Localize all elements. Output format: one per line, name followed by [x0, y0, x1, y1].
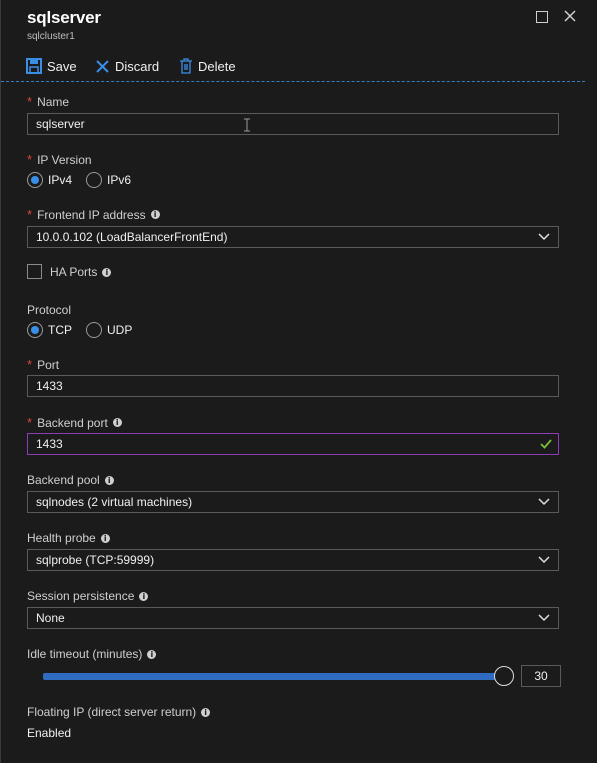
checkmark-icon: [540, 439, 552, 449]
session-persistence-label: Session persistence i: [27, 589, 149, 603]
port-value: 1433: [36, 379, 63, 393]
protocol-label: Protocol: [27, 303, 71, 317]
close-button[interactable]: [562, 8, 580, 26]
maximize-button[interactable]: [533, 8, 551, 26]
frontend-ip-dropdown[interactable]: 10.0.0.102 (LoadBalancerFrontEnd): [27, 226, 559, 248]
port-label-text: Port: [37, 357, 60, 372]
udp-option[interactable]: UDP: [86, 322, 132, 338]
command-bar: Save Discard Delete: [1, 51, 585, 82]
session-persistence-value: None: [36, 611, 65, 625]
close-icon: [564, 10, 576, 22]
chevron-down-icon: [538, 233, 550, 241]
blade-title: sqlserver: [27, 8, 101, 27]
protocol-label-text: Protocol: [27, 303, 72, 317]
ipv4-radio[interactable]: [27, 172, 43, 188]
chevron-down-icon: [538, 556, 550, 564]
required-asterisk: *: [27, 207, 33, 222]
maximize-icon: [536, 11, 548, 23]
idle-timeout-value-input[interactable]: 30: [521, 665, 561, 687]
delete-label: Delete: [198, 58, 236, 74]
chevron-down-icon: [538, 498, 550, 506]
floating-ip-label: Floating IP (direct server return) i: [27, 705, 211, 719]
required-asterisk: *: [27, 94, 33, 109]
frontend-ip-value: 10.0.0.102 (LoadBalancerFrontEnd): [36, 230, 228, 244]
blade-subtitle: sqlcluster1: [27, 31, 75, 42]
idle-timeout-label-text: Idle timeout (minutes): [27, 647, 143, 661]
floating-ip-label-text: Floating IP (direct server return): [27, 705, 197, 719]
ip-version-label-text: IP Version: [37, 152, 92, 167]
chevron-down-icon: [538, 614, 550, 622]
backend-port-label-text: Backend port: [37, 415, 108, 430]
info-icon[interactable]: i: [201, 707, 211, 717]
text-cursor-icon: [244, 118, 250, 132]
info-icon[interactable]: i: [150, 210, 160, 219]
health-probe-value: sqlprobe (TCP:59999): [36, 553, 155, 567]
rule-blade: sqlserver sqlcluster1 Save Discard Delet…: [0, 0, 597, 763]
frontend-ip-label: * Frontend IP address i: [27, 207, 160, 222]
tcp-option[interactable]: TCP: [27, 322, 72, 338]
health-probe-dropdown[interactable]: sqlprobe (TCP:59999): [27, 549, 559, 571]
session-persistence-dropdown[interactable]: None: [27, 607, 559, 629]
health-probe-label: Health probe i: [27, 531, 110, 545]
ipv4-option[interactable]: IPv4: [27, 172, 72, 188]
idle-timeout-slider-track[interactable]: [43, 673, 505, 680]
name-value: sqlserver: [36, 117, 85, 131]
required-asterisk: *: [27, 357, 33, 372]
idle-timeout-slider-thumb[interactable]: [494, 666, 514, 686]
session-persistence-label-text: Session persistence: [27, 589, 135, 603]
udp-radio[interactable]: [86, 322, 102, 338]
frontend-ip-label-text: Frontend IP address: [37, 207, 146, 222]
tcp-radio[interactable]: [27, 322, 43, 338]
name-input[interactable]: sqlserver: [27, 113, 559, 135]
tcp-label: TCP: [48, 323, 72, 337]
discard-icon: [96, 59, 109, 73]
discard-button[interactable]: Discard: [95, 55, 159, 77]
required-asterisk: *: [27, 152, 33, 167]
floating-ip-value: Enabled: [27, 726, 72, 740]
save-icon: [26, 58, 42, 74]
discard-label: Discard: [115, 58, 160, 74]
backend-pool-label-text: Backend pool: [27, 473, 100, 487]
ha-ports-checkbox[interactable]: [27, 264, 42, 279]
port-label: * Port: [27, 357, 59, 372]
idle-timeout-label: Idle timeout (minutes) i: [27, 647, 157, 661]
save-label: Save: [47, 58, 77, 74]
ha-ports-label-text: HA Ports: [50, 265, 98, 279]
delete-button[interactable]: Delete: [179, 55, 236, 77]
protocol-radio-group: TCP UDP: [27, 322, 146, 338]
info-icon[interactable]: i: [147, 649, 157, 659]
health-probe-label-text: Health probe: [27, 531, 96, 545]
name-label: * Name: [27, 94, 69, 109]
port-input[interactable]: 1433: [27, 375, 559, 397]
udp-label: UDP: [107, 323, 133, 337]
ip-version-label: * IP Version: [27, 152, 92, 167]
name-label-text: Name: [37, 94, 70, 109]
backend-pool-value: sqlnodes (2 virtual machines): [36, 495, 193, 509]
ipv6-option[interactable]: IPv6: [86, 172, 131, 188]
backend-pool-dropdown[interactable]: sqlnodes (2 virtual machines): [27, 491, 559, 513]
required-asterisk: *: [27, 415, 33, 430]
info-icon[interactable]: i: [104, 475, 114, 485]
info-icon[interactable]: i: [112, 418, 122, 427]
ipv6-radio[interactable]: [86, 172, 103, 188]
info-icon[interactable]: i: [102, 267, 112, 277]
save-button[interactable]: Save: [26, 55, 77, 77]
info-icon[interactable]: i: [100, 533, 110, 543]
backend-port-label: * Backend port i: [27, 415, 122, 430]
info-icon[interactable]: i: [139, 591, 149, 601]
backend-pool-label: Backend pool i: [27, 473, 114, 487]
trash-icon: [180, 58, 192, 74]
backend-port-value: 1433: [36, 437, 63, 451]
ipv6-label: IPv6: [107, 173, 132, 187]
backend-port-input[interactable]: 1433: [27, 433, 559, 455]
blade-header: sqlserver sqlcluster1: [27, 8, 101, 42]
ip-version-radio-group: IPv4 IPv6: [27, 172, 145, 188]
ha-ports-label: HA Ports i: [50, 265, 112, 279]
ipv4-label: IPv4: [48, 173, 73, 187]
